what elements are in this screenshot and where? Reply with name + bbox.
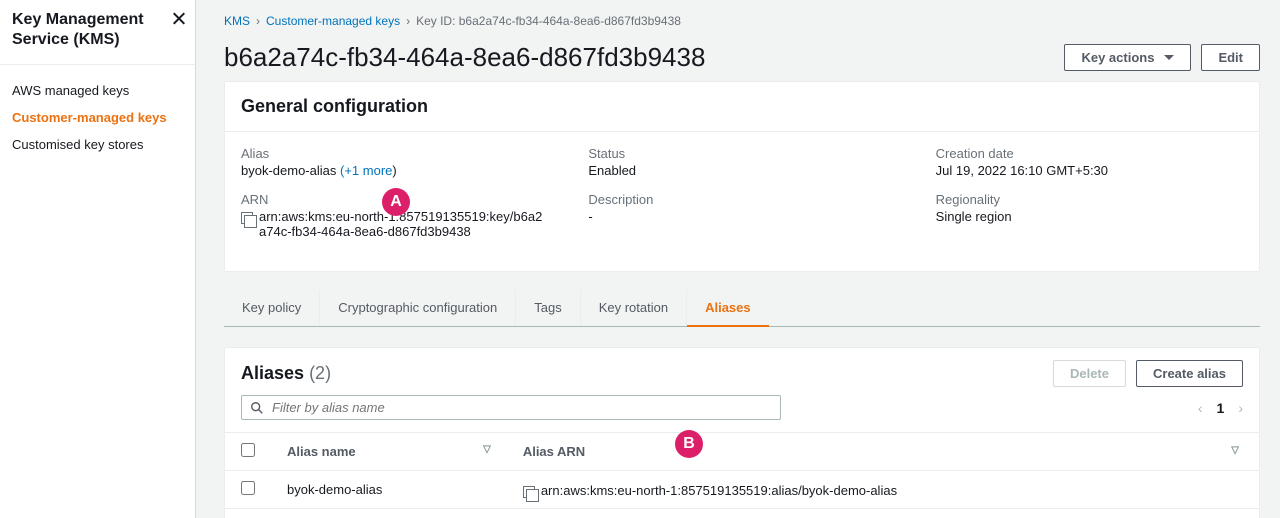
copy-icon[interactable] — [523, 486, 535, 498]
table-row: kms-key-test arn:aws:kms:eu-north-1:8575… — [225, 509, 1259, 518]
tab-aliases[interactable]: Aliases — [687, 290, 769, 327]
copy-icon[interactable] — [241, 212, 253, 224]
creation-date-label: Creation date — [936, 146, 1243, 161]
filter-input[interactable] — [272, 400, 772, 415]
table-row: byok-demo-alias arn:aws:kms:eu-north-1:8… — [225, 471, 1259, 509]
chevron-right-icon: › — [406, 14, 410, 28]
status-label: Status — [588, 146, 895, 161]
breadcrumb-customer-managed-keys[interactable]: Customer-managed keys — [266, 14, 400, 28]
sidebar: Key Management Service (KMS) AWS managed… — [0, 0, 196, 518]
row-checkbox[interactable] — [241, 481, 255, 495]
aliases-count: (2) — [309, 363, 331, 383]
close-icon[interactable] — [173, 12, 185, 24]
alias-more-link[interactable]: ((+1 more)+1 more — [340, 163, 392, 178]
main-content: A B KMS › Customer-managed keys › Key ID… — [196, 0, 1280, 518]
alias-name-cell: byok-demo-alias — [271, 471, 507, 509]
breadcrumb: KMS › Customer-managed keys › Key ID: b6… — [224, 0, 1260, 32]
page-current: 1 — [1217, 400, 1225, 416]
pagination: ‹ 1 › — [1198, 400, 1243, 416]
sort-icon: ▽ — [483, 444, 491, 455]
aliases-heading: Aliases — [241, 363, 304, 383]
regionality-value: Single region — [936, 209, 1243, 224]
page-prev-icon[interactable]: ‹ — [1198, 400, 1203, 416]
select-all-checkbox[interactable] — [241, 443, 255, 457]
annotation-b: B — [675, 430, 703, 458]
alias-name-cell: kms-key-test — [271, 509, 507, 518]
breadcrumb-current: Key ID: b6a2a74c-fb34-464a-8ea6-d867fd3b… — [416, 14, 681, 28]
alias-arn-cell: arn:aws:kms:eu-north-1:857519135519:alia… — [541, 483, 897, 498]
general-config-heading: General configuration — [225, 82, 1259, 132]
page-next-icon[interactable]: › — [1238, 400, 1243, 416]
caret-down-icon — [1164, 55, 1174, 60]
sidebar-item-customised-key-stores[interactable]: Customised key stores — [0, 131, 195, 158]
tab-key-policy[interactable]: Key policy — [224, 290, 320, 326]
sidebar-item-aws-managed-keys[interactable]: AWS managed keys — [0, 77, 195, 104]
annotation-a: A — [382, 188, 410, 216]
page-title: b6a2a74c-fb34-464a-8ea6-d867fd3b9438 — [224, 42, 705, 73]
regionality-label: Regionality — [936, 192, 1243, 207]
filter-wrapper — [241, 395, 781, 420]
breadcrumb-kms[interactable]: KMS — [224, 14, 250, 28]
col-alias-arn[interactable]: Alias ARN ▽ — [507, 433, 1259, 471]
description-value: - — [588, 209, 895, 224]
alias-label: Alias — [241, 146, 548, 161]
edit-button[interactable]: Edit — [1201, 44, 1260, 71]
aliases-panel: Aliases (2) Delete Create alias ‹ 1 › — [224, 347, 1260, 518]
sort-icon: ▽ — [1231, 445, 1239, 456]
status-value: Enabled — [588, 163, 895, 178]
delete-alias-button[interactable]: Delete — [1053, 360, 1126, 387]
tab-cryptographic-configuration[interactable]: Cryptographic configuration — [320, 290, 516, 326]
sidebar-nav: AWS managed keys Customer-managed keys C… — [0, 65, 195, 170]
chevron-right-icon: › — [256, 14, 260, 28]
alias-value: byok-demo-alias — [241, 163, 340, 178]
key-actions-label: Key actions — [1081, 50, 1154, 65]
tab-bar: Key policy Cryptographic configuration T… — [224, 290, 1260, 327]
create-alias-button[interactable]: Create alias — [1136, 360, 1243, 387]
general-config-panel: General configuration Alias byok-demo-al… — [224, 81, 1260, 272]
creation-date-value: Jul 19, 2022 16:10 GMT+5:30 — [936, 163, 1243, 178]
col-alias-name[interactable]: Alias name ▽ — [271, 433, 507, 471]
description-label: Description — [588, 192, 895, 207]
key-actions-button[interactable]: Key actions — [1064, 44, 1191, 71]
sidebar-item-customer-managed-keys[interactable]: Customer-managed keys — [0, 104, 195, 131]
aliases-table: Alias name ▽ Alias ARN ▽ byok-demo-alias — [225, 432, 1259, 518]
sidebar-title: Key Management Service (KMS) — [12, 10, 183, 50]
tab-key-rotation[interactable]: Key rotation — [581, 290, 687, 326]
tab-tags[interactable]: Tags — [516, 290, 580, 326]
search-icon — [250, 401, 264, 415]
